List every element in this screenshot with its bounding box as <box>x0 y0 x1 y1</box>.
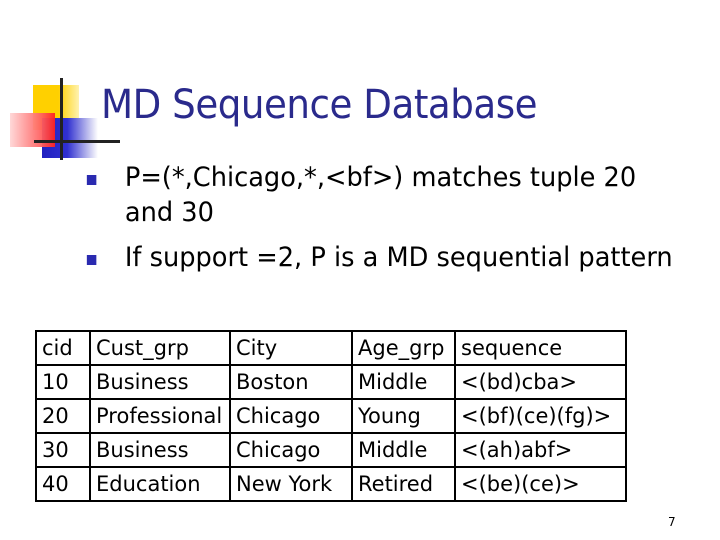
bullet-item: If support =2, P is a MD sequential patt… <box>84 240 673 275</box>
bullet-text: If support =2, P is a MD sequential patt… <box>124 242 673 273</box>
sequence-database-table: cid Cust_grp City Age_grp sequence 10 Bu… <box>35 330 627 502</box>
table-cell: <(bf)(ce)(fg)> <box>454 398 627 434</box>
square-bullet-icon <box>86 175 97 185</box>
table-header-row: cid Cust_grp City Age_grp sequence <box>35 330 627 366</box>
table-row: 20 Professional Chicago Young <(bf)(ce)(… <box>35 398 627 434</box>
page-number: 7 <box>668 515 676 529</box>
table-cell: New York <box>229 466 353 502</box>
table-cell: <(be)(ce)> <box>454 466 627 502</box>
header-cell: cid <box>35 330 91 366</box>
bullet-text: P=(*,Chicago,*,<bf>) matches tuple 20 an… <box>124 162 637 228</box>
table-row: 10 Business Boston Middle <(bd)cba> <box>35 364 627 400</box>
table-cell: Retired <box>351 466 456 502</box>
header-cell: City <box>229 330 353 366</box>
bullet-item: P=(*,Chicago,*,<bf>) matches tuple 20 an… <box>84 160 673 230</box>
table-cell: 40 <box>35 466 91 502</box>
table-cell: Professional <box>89 398 231 434</box>
table-cell: Young <box>351 398 456 434</box>
table-cell: Middle <box>351 432 456 468</box>
header-cell: sequence <box>454 330 627 366</box>
table-cell: Chicago <box>229 432 353 468</box>
logo-horizontal-line <box>34 140 120 143</box>
table-cell: <(ah)abf> <box>454 432 627 468</box>
table-row: 30 Business Chicago Middle <(ah)abf> <box>35 432 627 468</box>
table-cell: Business <box>89 432 231 468</box>
table-cell: 10 <box>35 364 91 400</box>
logo-vertical-line <box>60 78 63 160</box>
table-cell: 20 <box>35 398 91 434</box>
table-cell: Business <box>89 364 231 400</box>
header-cell: Age_grp <box>351 330 456 366</box>
bullet-list: P=(*,Chicago,*,<bf>) matches tuple 20 an… <box>84 160 704 285</box>
table-cell: Middle <box>351 364 456 400</box>
square-bullet-icon <box>86 255 97 265</box>
header-cell: Cust_grp <box>89 330 231 366</box>
slide-title: MD Sequence Database <box>101 82 538 128</box>
table-cell: Education <box>89 466 231 502</box>
table-cell: Boston <box>229 364 353 400</box>
table-cell: 30 <box>35 432 91 468</box>
table-row: 40 Education New York Retired <(be)(ce)> <box>35 466 627 502</box>
table-cell: Chicago <box>229 398 353 434</box>
table-cell: <(bd)cba> <box>454 364 627 400</box>
